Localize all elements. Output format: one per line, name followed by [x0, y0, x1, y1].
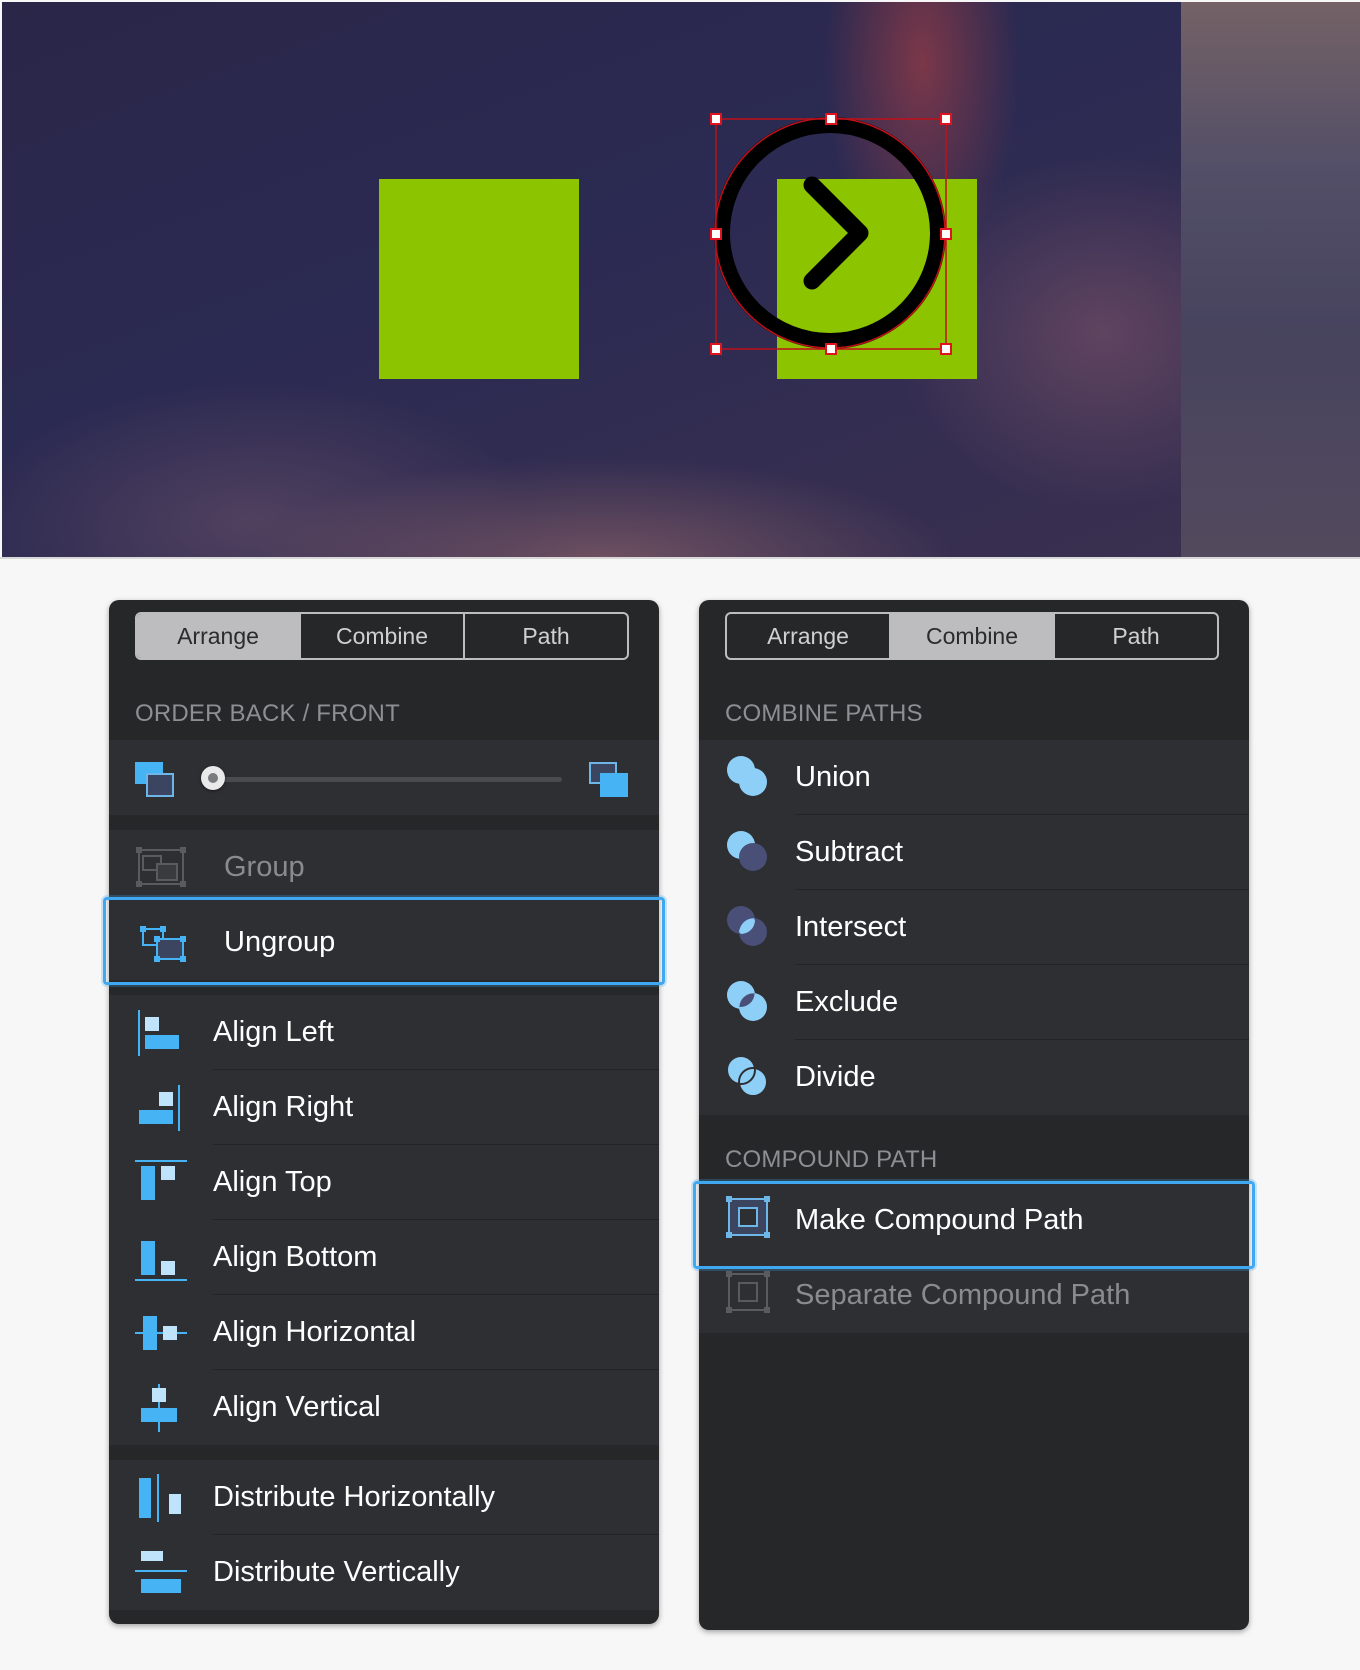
union-icon — [727, 756, 767, 796]
align-right-label: Align Right — [213, 1091, 354, 1123]
union-label: Union — [795, 761, 871, 793]
align-horizontal-label: Align Horizontal — [213, 1316, 417, 1348]
panel-tabs: Arrange Combine Path — [135, 612, 629, 660]
subtract-label: Subtract — [795, 836, 903, 868]
tab-arrange[interactable]: Arrange — [137, 614, 301, 658]
align-left-icon — [138, 1010, 179, 1056]
send-to-back-icon[interactable] — [135, 762, 175, 798]
intersect-label: Intersect — [795, 911, 907, 943]
align-right-icon — [139, 1085, 180, 1131]
group-label: Group — [224, 851, 305, 883]
distribute-horizontally-item[interactable]: Distribute Horizontally — [109, 1460, 659, 1535]
order-slider-row — [109, 740, 659, 815]
align-top-label: Align Top — [213, 1166, 332, 1198]
separate-compound-path-label: Separate Compound Path — [795, 1279, 1131, 1311]
order-slider-track[interactable] — [214, 777, 562, 782]
distribute-vertically-label: Distribute Vertically — [213, 1556, 460, 1588]
artboard-canvas[interactable] — [2, 2, 1181, 557]
green-square-left[interactable] — [379, 179, 579, 379]
section-title-order: ORDER BACK / FRONT — [135, 700, 400, 727]
align-top-item[interactable]: Align Top — [109, 1145, 659, 1220]
order-slider-thumb[interactable] — [201, 766, 225, 790]
divide-item[interactable]: Divide — [699, 1040, 1249, 1115]
distribute-vertically-item[interactable]: Distribute Vertically — [109, 1535, 659, 1610]
distribute-horizontally-icon — [139, 1474, 181, 1522]
tab-path[interactable]: Path — [1055, 614, 1217, 658]
tab-combine[interactable]: Combine — [301, 614, 465, 658]
union-item[interactable]: Union — [699, 740, 1249, 815]
align-vertical-icon — [141, 1384, 177, 1432]
group-item[interactable]: Group — [109, 830, 659, 905]
ungroup-selection-highlight — [103, 897, 665, 985]
panel-tabs: Arrange Combine Path — [725, 612, 1219, 660]
distribute-horizontally-label: Distribute Horizontally — [213, 1481, 496, 1513]
selected-arrow-circle[interactable] — [702, 105, 962, 365]
group-icon — [136, 847, 186, 887]
make-compound-path-selection-highlight — [693, 1181, 1255, 1269]
divide-icon — [726, 1055, 768, 1097]
exclude-label: Exclude — [795, 986, 899, 1018]
align-horizontal-icon — [135, 1316, 187, 1350]
canvas-divider — [0, 557, 1360, 559]
subtract-icon — [727, 831, 767, 871]
separate-compound-path-icon — [726, 1271, 770, 1313]
align-right-item[interactable]: Align Right — [109, 1070, 659, 1145]
intersect-icon — [727, 906, 767, 946]
section-title-compound-path: COMPOUND PATH — [725, 1146, 938, 1173]
separate-compound-path-item[interactable]: Separate Compound Path — [699, 1258, 1249, 1333]
align-horizontal-item[interactable]: Align Horizontal — [109, 1295, 659, 1370]
exclude-item[interactable]: Exclude — [699, 965, 1249, 1040]
align-bottom-item[interactable]: Align Bottom — [109, 1220, 659, 1295]
align-top-icon — [135, 1160, 187, 1200]
tab-arrange[interactable]: Arrange — [727, 614, 891, 658]
intersect-item[interactable]: Intersect — [699, 890, 1249, 965]
align-bottom-icon — [135, 1241, 187, 1281]
arrange-panel: Arrange Combine Path ORDER BACK / FRONT … — [109, 600, 659, 1624]
tab-combine[interactable]: Combine — [891, 614, 1055, 658]
combine-panel: Arrange Combine Path COMBINE PATHS Union… — [699, 600, 1249, 1630]
align-bottom-label: Align Bottom — [213, 1241, 378, 1273]
distribute-vertically-icon — [135, 1551, 187, 1593]
tab-path[interactable]: Path — [465, 614, 627, 658]
divide-label: Divide — [795, 1061, 876, 1093]
exclude-icon — [727, 981, 767, 1021]
canvas-right-edge — [1181, 2, 1360, 557]
align-left-item[interactable]: Align Left — [109, 995, 659, 1070]
align-vertical-item[interactable]: Align Vertical — [109, 1370, 659, 1445]
align-vertical-label: Align Vertical — [213, 1391, 381, 1423]
align-left-label: Align Left — [213, 1016, 334, 1048]
bring-to-front-icon[interactable] — [589, 762, 629, 798]
section-title-combine-paths: COMBINE PATHS — [725, 700, 923, 727]
subtract-item[interactable]: Subtract — [699, 815, 1249, 890]
